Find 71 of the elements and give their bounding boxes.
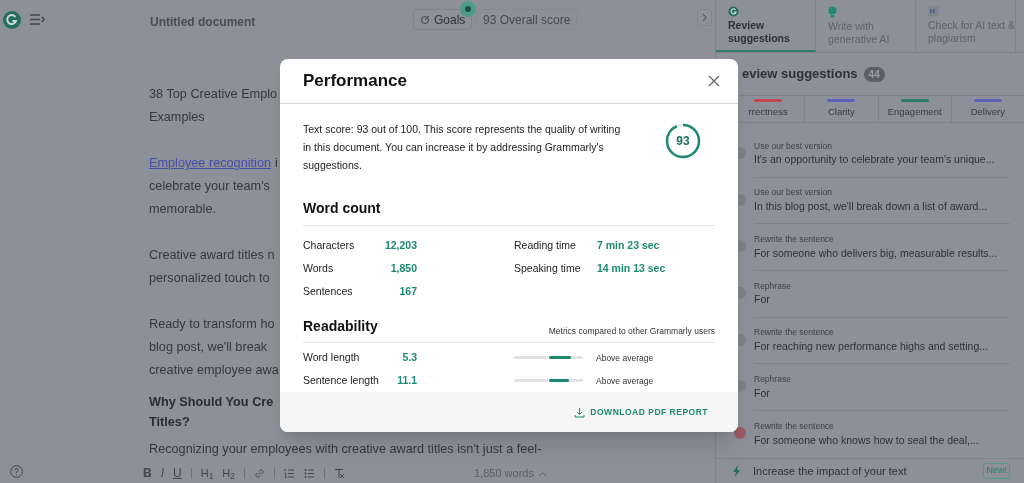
score-description: Text score: 93 out of 100. This score represents the quality of writing in this document. You can increase it by addressing Grammarly's suggestions. <box>303 122 622 174</box>
rating-text: Above average <box>596 374 654 388</box>
menu-icon[interactable] <box>29 13 45 26</box>
body-text: celebrate your team's <box>149 179 270 194</box>
stat-label: Characters <box>303 238 356 254</box>
stat-label: Words <box>303 261 335 277</box>
lightning-icon <box>732 464 741 477</box>
panel-heading: eview suggestions <box>742 65 858 84</box>
suggestion-icon <box>734 427 746 440</box>
overall-score-chip[interactable]: 93 Overall score <box>476 9 578 30</box>
score-ring: 93 <box>665 123 701 160</box>
help-icon[interactable] <box>10 465 23 479</box>
stat-label: Word length <box>303 350 361 366</box>
body-text: personalized touch to <box>149 271 270 286</box>
count-badge: 44 <box>863 66 885 82</box>
logo-icon[interactable] <box>3 11 21 29</box>
chevron-right-icon[interactable] <box>697 9 712 26</box>
target-icon <box>420 14 430 25</box>
lightbulb-icon <box>828 6 837 18</box>
pulse-dot-icon <box>460 1 476 17</box>
category-tab[interactable]: Clarity <box>805 95 879 122</box>
new-badge: New! <box>983 463 1010 479</box>
category-tab[interactable]: Delivery <box>951 95 1024 122</box>
modal-title: Performance <box>303 70 407 93</box>
heading-button[interactable]: H$_{1}$ <box>200 465 214 482</box>
body-text: Creative award titles n <box>149 248 275 263</box>
logo-icon <box>728 6 739 17</box>
section-title: Word count <box>303 198 715 227</box>
body-text: memorable. <box>149 202 216 217</box>
stat-value: 14 min 13 sec <box>597 261 666 277</box>
heading-button[interactable]: H$_{2}$ <box>222 465 235 482</box>
category-tab[interactable]: Engagement <box>878 95 952 122</box>
format-button[interactable]: I <box>160 464 164 483</box>
stat-value: 7 min 23 sec <box>597 238 660 254</box>
clear-format-icon[interactable] <box>333 467 345 479</box>
heading-text: Why Should You Cre <box>149 395 274 410</box>
body-text: Recognizing your employees with creative award titles isn't just a feel- <box>149 442 542 457</box>
comparison-note: Metrics compared to other Grammarly users <box>548 324 715 338</box>
section-title: Readability <box>303 317 378 337</box>
numbered-list-icon[interactable] <box>283 467 295 479</box>
panel-tab[interactable]: Review suggestions <box>716 0 816 53</box>
stat-value: 1,850 <box>389 261 417 277</box>
body-text: blog post, we'll break <box>149 340 268 355</box>
bullet-list-icon[interactable] <box>303 467 315 479</box>
caret-up-icon <box>537 470 547 477</box>
link-icon[interactable] <box>253 467 265 479</box>
format-button[interactable]: U <box>173 464 182 483</box>
body-text: i <box>275 156 278 171</box>
body-text: Examples <box>149 110 205 125</box>
stat-value: 11.1 <box>396 373 417 389</box>
stat-label: Sentences <box>303 284 354 300</box>
body-text: creative employee awa <box>149 363 279 378</box>
stat-value: 12,203 <box>383 238 417 254</box>
body-text: Ready to transform ho <box>149 317 275 332</box>
download-icon <box>574 406 586 418</box>
document-title: Untitled document <box>150 14 256 31</box>
format-button[interactable]: B <box>143 464 152 483</box>
stat-label: Reading time <box>514 238 577 254</box>
suggestion-card[interactable]: Rewrite the sentence For someone who knows how to seal the deal,... <box>754 411 1010 458</box>
text-link[interactable]: Employee recognition <box>149 156 271 171</box>
stat-label: Speaking time <box>514 261 582 277</box>
stat-value: 167 <box>398 284 417 300</box>
download-report-button[interactable]: DOWNLOAD PDF REPORT <box>574 405 708 419</box>
promo-text[interactable]: Increase the impact of your text <box>753 462 972 480</box>
close-icon[interactable] <box>708 75 720 88</box>
stat-label: Sentence length <box>303 373 380 389</box>
quote-icon <box>928 6 939 17</box>
stat-value: 5.3 <box>401 350 417 366</box>
rating-text: Above average <box>596 351 654 365</box>
body-text: 38 Top Creative Emplo <box>149 87 278 102</box>
heading-text: Titles? <box>149 415 190 430</box>
